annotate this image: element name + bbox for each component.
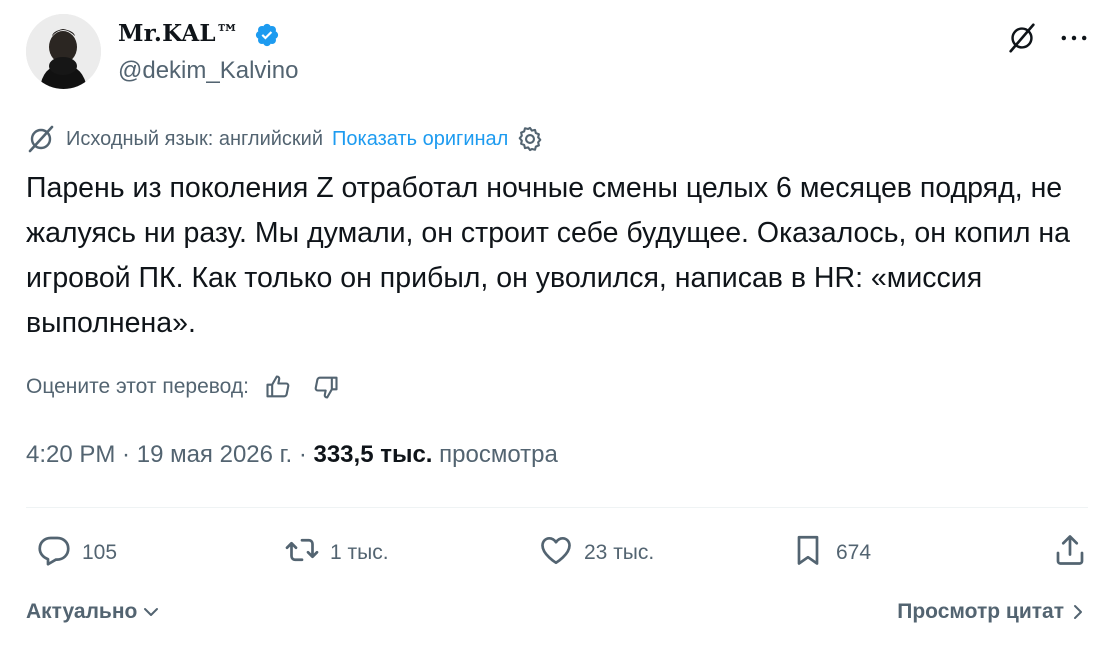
bookmark-icon <box>790 532 826 574</box>
chevron-down-icon <box>141 602 161 622</box>
share-button[interactable] <box>1052 530 1088 576</box>
show-original-link[interactable]: Показать оригинал <box>332 128 508 151</box>
retweet-icon <box>284 532 320 574</box>
gear-icon[interactable] <box>516 125 544 153</box>
tweet-meta: 4:20 PM · 19 мая 2026 г. · 333,5 тыс. пр… <box>26 441 558 469</box>
reply-count: 105 <box>82 541 118 564</box>
heart-icon <box>538 532 574 574</box>
translate-icon <box>26 124 56 154</box>
like-button[interactable]: 23 тыс. <box>538 530 654 576</box>
user-handle[interactable]: @dekim_Kalvino <box>118 57 298 85</box>
divider <box>26 507 1088 508</box>
reply-button[interactable]: 105 <box>36 530 117 576</box>
rate-translation-label: Оцените этот перевод: <box>26 375 249 398</box>
tweet-time[interactable]: 4:20 PM <box>26 441 115 468</box>
action-bar: 105 1 тыс. 23 тыс. 674 <box>26 530 1088 576</box>
tweet-text: Парень из поколения Z отработал ночные с… <box>26 172 1070 339</box>
reply-bubble-icon <box>36 532 72 574</box>
tweet-header: Mr.KAL™ @dekim_Kalvino <box>26 14 1116 94</box>
more-dots-icon[interactable] <box>1054 20 1094 56</box>
chevron-right-icon <box>1068 602 1088 622</box>
views-count: 333,5 тыс. <box>313 441 433 468</box>
tweet-footer: Актуально Просмотр цитат <box>26 596 1088 628</box>
share-icon <box>1052 532 1088 574</box>
grok-icon[interactable] <box>1004 20 1040 56</box>
views-label: просмотра <box>439 441 558 468</box>
like-count: 23 тыс. <box>584 541 655 564</box>
view-quotes-button[interactable]: Просмотр цитат <box>897 596 1088 628</box>
thumbs-down-icon[interactable] <box>311 372 341 402</box>
sort-replies-button[interactable]: Актуально <box>26 596 161 628</box>
meta-separator: · <box>115 441 137 468</box>
quotes-label: Просмотр цитат <box>897 600 1064 623</box>
retweet-button[interactable]: 1 тыс. <box>284 530 389 576</box>
bookmark-count: 674 <box>836 541 872 564</box>
verified-badge-icon[interactable] <box>254 22 280 48</box>
display-name[interactable]: Mr.KAL™ <box>118 20 239 47</box>
translation-bar: Исходный язык: английский Показать ориги… <box>26 124 544 154</box>
tweet-date[interactable]: 19 мая 2026 г. <box>137 441 292 468</box>
retweet-count: 1 тыс. <box>330 541 389 564</box>
thumbs-up-icon[interactable] <box>263 372 293 402</box>
meta-separator: · <box>292 441 314 468</box>
sort-label: Актуально <box>26 600 138 623</box>
source-language-label: Исходный язык: английский <box>66 127 324 150</box>
bookmark-button[interactable]: 674 <box>790 530 871 576</box>
avatar[interactable] <box>26 14 101 89</box>
rate-translation: Оцените этот перевод: <box>26 371 341 403</box>
